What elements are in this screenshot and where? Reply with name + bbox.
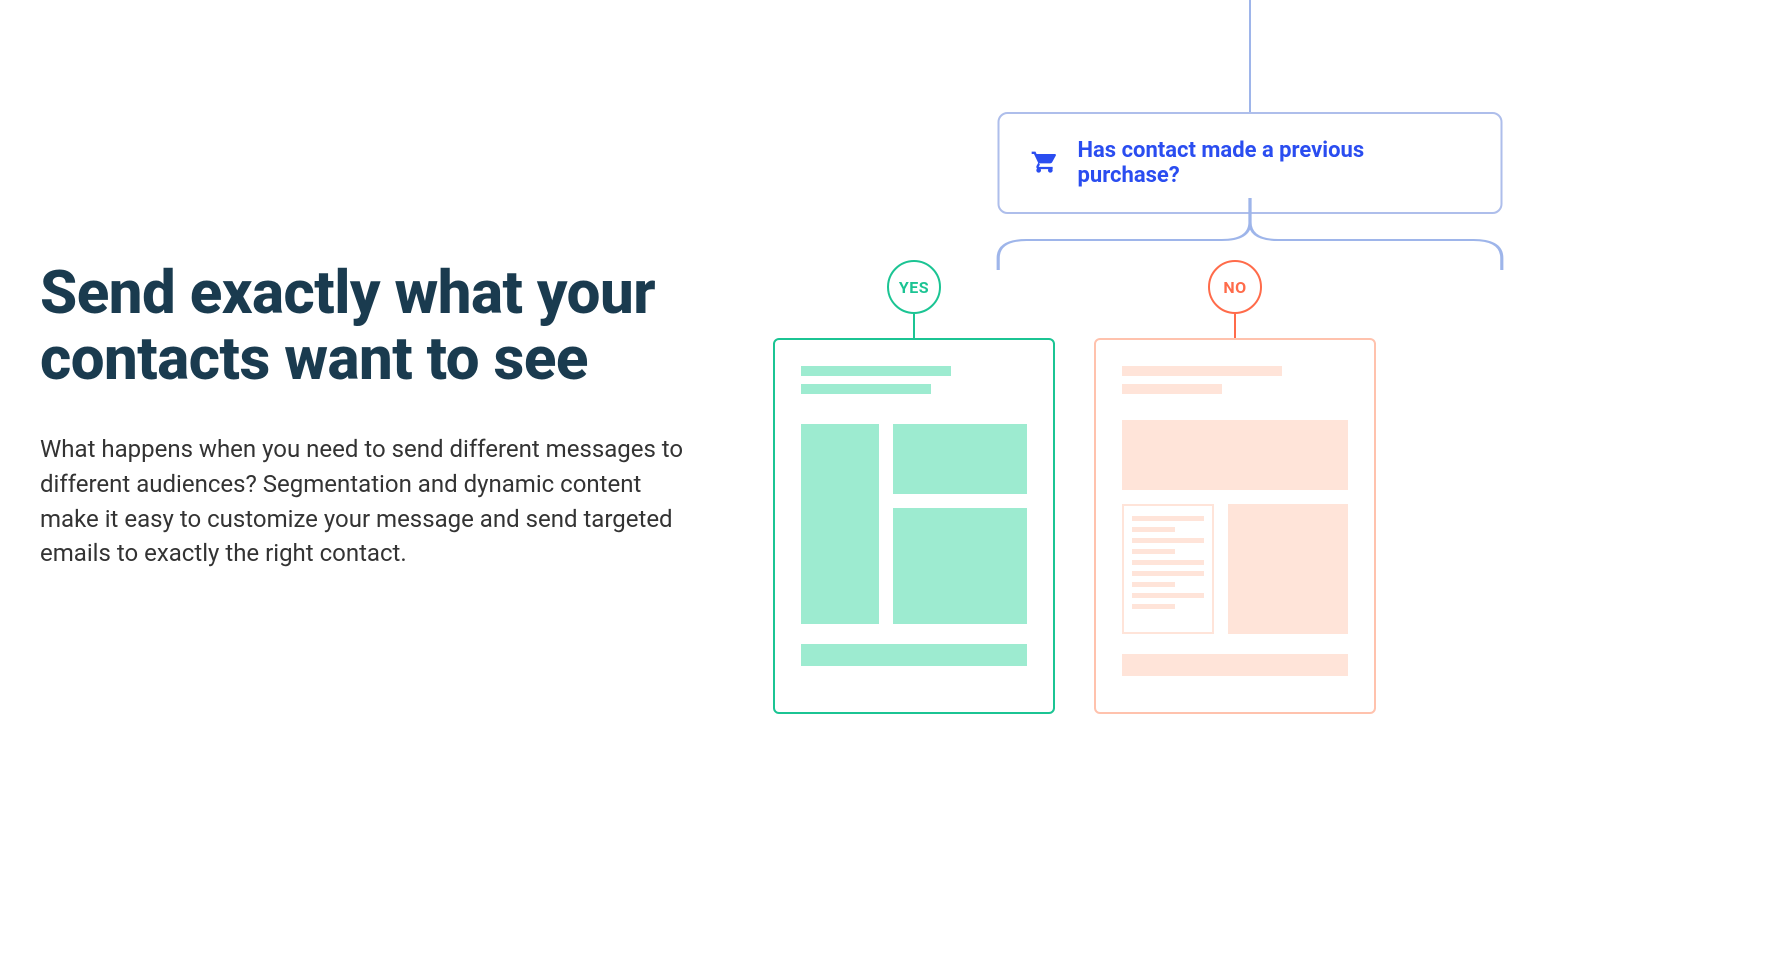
template-placeholder-block bbox=[1228, 504, 1348, 634]
template-body bbox=[801, 424, 1027, 624]
template-placeholder-line bbox=[1122, 384, 1222, 394]
template-placeholder-block bbox=[801, 424, 879, 624]
connector-line-no bbox=[1234, 314, 1236, 340]
segmentation-diagram: Has contact made a previous purchase? YE… bbox=[770, 0, 1730, 976]
hero-heading: Send exactly what your contacts want to … bbox=[40, 260, 710, 392]
template-placeholder-line bbox=[801, 384, 931, 394]
branch-badge-no: NO bbox=[1208, 260, 1262, 314]
branch-badge-yes: YES bbox=[887, 260, 941, 314]
template-placeholder-block bbox=[893, 424, 1027, 494]
hero-paragraph: What happens when you need to send diffe… bbox=[40, 432, 700, 571]
email-template-yes bbox=[773, 338, 1055, 714]
template-placeholder-footer bbox=[1122, 654, 1348, 676]
template-placeholder-line bbox=[1122, 366, 1282, 376]
branch-yes-label: YES bbox=[899, 278, 929, 297]
connector-line-yes bbox=[913, 314, 915, 340]
cart-icon bbox=[1030, 147, 1060, 179]
condition-node: Has contact made a previous purchase? bbox=[998, 112, 1503, 214]
template-placeholder-block bbox=[893, 508, 1027, 624]
email-template-no bbox=[1094, 338, 1376, 714]
branch-no-label: NO bbox=[1223, 278, 1246, 297]
page-container: Send exactly what your contacts want to … bbox=[0, 0, 1770, 976]
template-placeholder-footer bbox=[801, 644, 1027, 666]
template-placeholder-block bbox=[1122, 420, 1348, 490]
template-placeholder-line bbox=[801, 366, 951, 376]
condition-label: Has contact made a previous purchase? bbox=[1078, 138, 1471, 188]
template-placeholder-textstack bbox=[1122, 504, 1214, 634]
template-body bbox=[1122, 420, 1348, 634]
hero-text-column: Send exactly what your contacts want to … bbox=[40, 0, 770, 976]
diagram-column: Has contact made a previous purchase? YE… bbox=[770, 0, 1730, 976]
connector-line-top bbox=[1249, 0, 1251, 112]
